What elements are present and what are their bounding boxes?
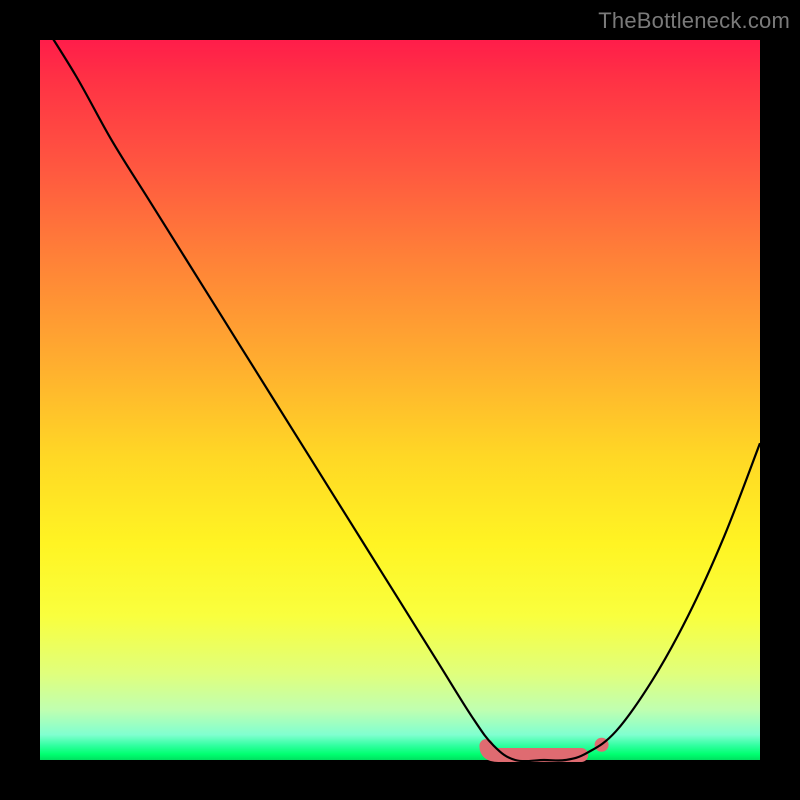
watermark-text: TheBottleneck.com (598, 8, 790, 34)
bottleneck-curve (40, 18, 760, 761)
optimal-range-marker (486, 746, 581, 755)
chart-frame: TheBottleneck.com (0, 0, 800, 800)
chart-svg (40, 40, 760, 760)
plot-area (40, 40, 760, 760)
